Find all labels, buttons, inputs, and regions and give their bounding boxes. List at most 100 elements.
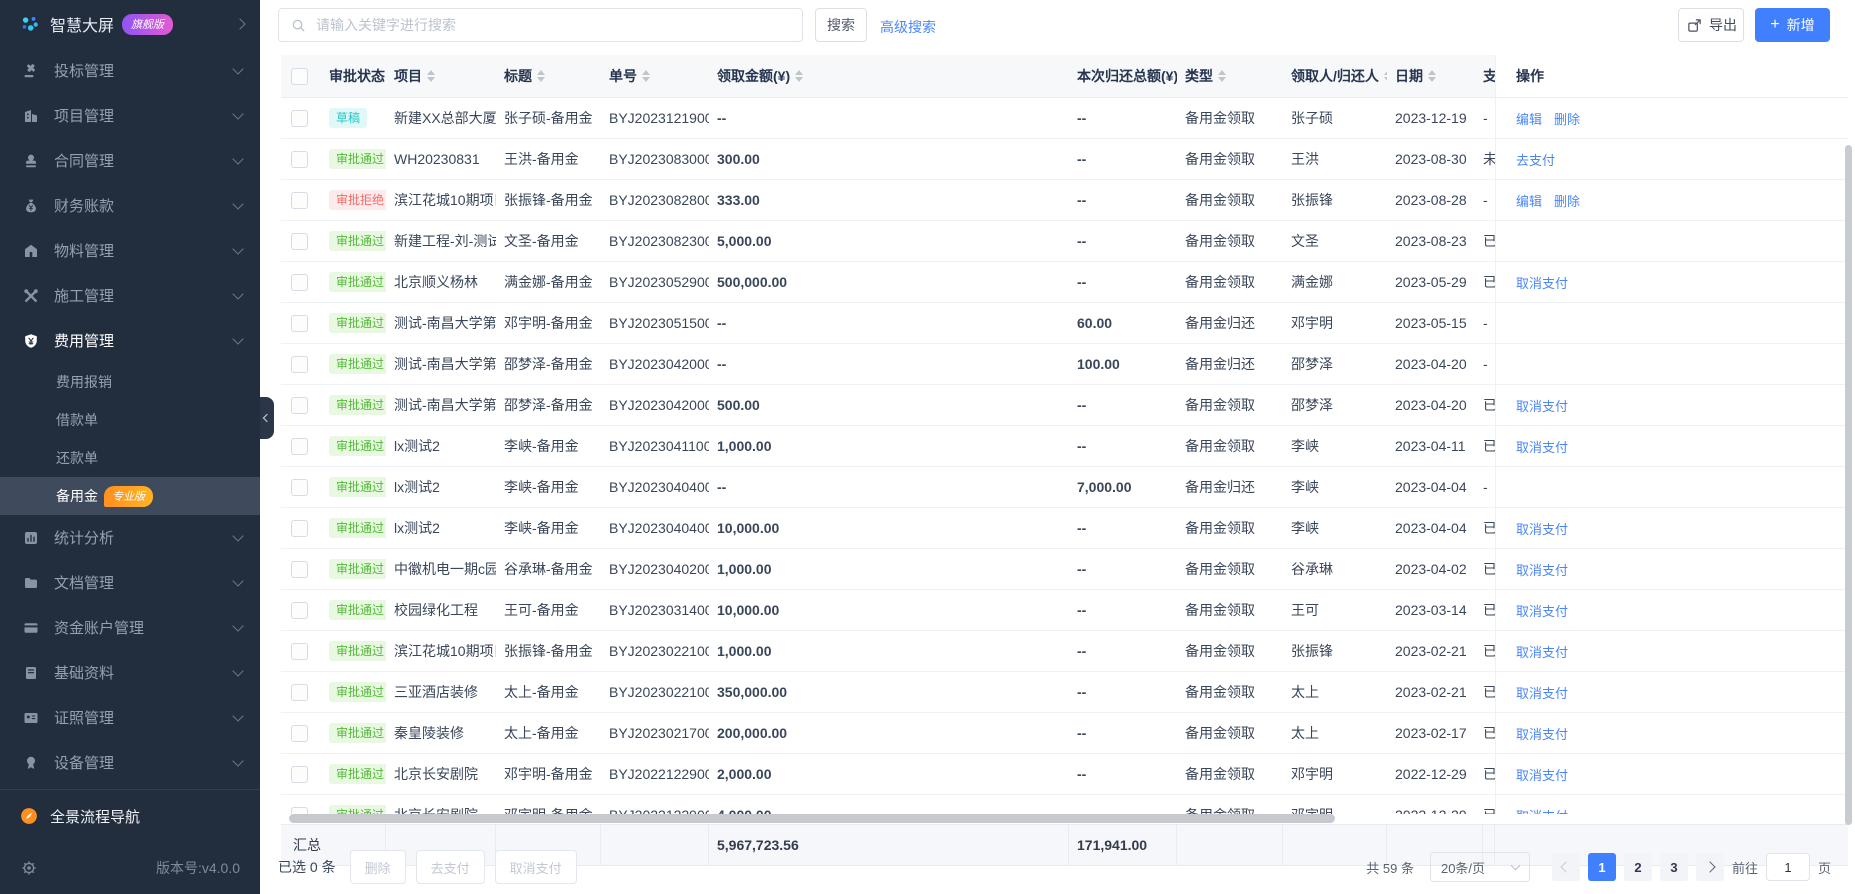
col-person[interactable]: 领取人/归还人 [1283, 55, 1387, 97]
sidebar-item-contract[interactable]: 合同管理 [0, 138, 260, 183]
col-amount[interactable]: 领取金额(¥) [709, 55, 1069, 97]
add-button[interactable]: + 新增 [1755, 8, 1830, 42]
op-cancel-pay-link[interactable]: 取消支付 [1516, 765, 1568, 784]
op-cancel-pay-link[interactable]: 取消支付 [1516, 601, 1568, 620]
sidebar-item-license[interactable]: 证照管理 [0, 695, 260, 740]
sidebar-item-funds[interactable]: 资金账户管理 [0, 605, 260, 650]
bid-icon [22, 63, 40, 79]
sidebar-item-docs[interactable]: 文档管理 [0, 560, 260, 605]
horizontal-scrollbar[interactable] [289, 814, 1335, 823]
row-checkbox[interactable] [291, 150, 308, 168]
sidebar-item-expense[interactable]: 费用管理 [0, 318, 260, 363]
cancel-pay-button[interactable]: 取消支付 [494, 850, 577, 884]
op-edit-link[interactable]: 编辑 [1516, 109, 1542, 128]
panorama-flow-nav[interactable]: 全景流程导航 [0, 789, 260, 842]
vertical-scrollbar[interactable] [1845, 145, 1852, 825]
advanced-search-link[interactable]: 高级搜索 [880, 17, 936, 37]
prev-page-button[interactable] [1551, 853, 1580, 881]
op-cancel-pay-link[interactable]: 取消支付 [1516, 806, 1568, 815]
op-cancel-pay-link[interactable]: 取消支付 [1516, 396, 1568, 415]
op-cancel-pay-link[interactable]: 取消支付 [1516, 642, 1568, 661]
col-code[interactable]: 单号 [601, 55, 709, 97]
table-row: 审批通过校园绿化工程 王可-备用金 BYJ20230314001 10,000.00 -… [281, 590, 1848, 631]
row-checkbox[interactable] [291, 642, 308, 660]
sort-icon[interactable] [642, 70, 650, 82]
sort-icon[interactable] [427, 70, 435, 82]
sidebar-collapse-handle[interactable] [260, 397, 274, 439]
search-input[interactable] [314, 16, 792, 34]
row-checkbox[interactable] [291, 232, 308, 250]
type-cell: 备用金归还 [1185, 479, 1255, 495]
sort-icon[interactable] [795, 70, 804, 82]
sidebar-item-project[interactable]: 项目管理 [0, 93, 260, 138]
row-checkbox[interactable] [291, 109, 308, 127]
sidebar-item-construction[interactable]: 施工管理 [0, 273, 260, 318]
sort-icon[interactable] [1218, 70, 1226, 82]
row-checkbox[interactable] [291, 355, 308, 373]
row-checkbox[interactable] [291, 396, 308, 414]
export-button[interactable]: 导出 [1678, 8, 1744, 42]
gear-icon[interactable] [20, 860, 38, 876]
row-select-cell [281, 467, 321, 507]
sort-icon[interactable] [537, 70, 545, 82]
op-cancel-pay-link[interactable]: 取消支付 [1516, 273, 1568, 292]
search-button[interactable]: 搜索 [815, 8, 867, 42]
row-checkbox[interactable] [291, 519, 308, 537]
sidebar-item-material[interactable]: 物料管理 [0, 228, 260, 273]
chevron-down-icon [232, 288, 244, 300]
page-size-select[interactable]: 20条/页 [1429, 852, 1530, 882]
returned-cell: 60.00 [1077, 315, 1113, 331]
op-cancel-pay-link[interactable]: 取消支付 [1516, 519, 1568, 538]
row-checkbox[interactable] [291, 273, 308, 291]
delete-button[interactable]: 删除 [349, 850, 406, 884]
op-cancel-pay-link[interactable]: 取消支付 [1516, 560, 1568, 579]
row-checkbox[interactable] [291, 765, 308, 783]
select-all-checkbox[interactable] [291, 67, 308, 85]
status-badge: 审批通过 [329, 764, 386, 784]
sidebar-item-smart-screen[interactable]: 智慧大屏 旗舰版 [0, 0, 260, 48]
sort-icon[interactable] [1428, 70, 1436, 82]
row-checkbox[interactable] [291, 806, 308, 814]
row-checkbox[interactable] [291, 724, 308, 742]
col-date[interactable]: 日期 [1387, 55, 1483, 97]
op-cancel-pay-link[interactable]: 取消支付 [1516, 724, 1568, 743]
op-cancel-pay-link[interactable]: 取消支付 [1516, 437, 1568, 456]
op-delete-link[interactable]: 删除 [1554, 109, 1580, 128]
op-delete-link[interactable]: 删除 [1554, 191, 1580, 210]
op-pay-link[interactable]: 去支付 [1516, 150, 1555, 169]
page-2-button[interactable]: 2 [1623, 853, 1652, 881]
sidebar-item-bid[interactable]: 投标管理 [0, 48, 260, 93]
type-cell: 备用金领取 [1185, 192, 1255, 208]
status-badge: 审批通过 [329, 600, 386, 620]
row-checkbox[interactable] [291, 683, 308, 701]
sidebar-item-basic[interactable]: 基础资料 [0, 650, 260, 695]
op-edit-link[interactable]: 编辑 [1516, 191, 1542, 210]
sidebar-subitem-repayment[interactable]: 还款单 [0, 439, 260, 477]
row-checkbox[interactable] [291, 478, 308, 496]
row-checkbox[interactable] [291, 560, 308, 578]
col-returned[interactable]: 本次归还总额(¥) [1069, 55, 1177, 97]
sidebar-subitem-loan[interactable]: 借款单 [0, 401, 260, 439]
pay-status-clipped-cell: - [1483, 110, 1488, 126]
sidebar-item-label: 财务账款 [54, 198, 115, 215]
sidebar-subitem-reserve-fund[interactable]: 备用金 专业版 [0, 477, 260, 515]
pay-button[interactable]: 去支付 [415, 850, 485, 884]
row-checkbox[interactable] [291, 601, 308, 619]
next-page-button[interactable] [1695, 853, 1724, 881]
page-3-button[interactable]: 3 [1659, 853, 1688, 881]
sidebar-item-stats[interactable]: 统计分析 [0, 515, 260, 560]
row-checkbox[interactable] [291, 314, 308, 332]
sidebar-item-finance[interactable]: 财务账款 [0, 183, 260, 228]
sidebar-item-device[interactable]: 设备管理 [0, 740, 260, 785]
page-1-button[interactable]: 1 [1587, 853, 1616, 881]
goto-page-input[interactable] [1765, 853, 1810, 881]
op-cancel-pay-link[interactable]: 取消支付 [1516, 683, 1568, 702]
project-cell: lx测试2 [394, 479, 440, 495]
col-type[interactable]: 类型 [1177, 55, 1283, 97]
col-project[interactable]: 项目 [386, 55, 496, 97]
row-checkbox[interactable] [291, 437, 308, 455]
col-title[interactable]: 标题 [496, 55, 601, 97]
sidebar-subitem-reimburse[interactable]: 费用报销 [0, 363, 260, 401]
approval-status-cell: 草稿 [321, 98, 386, 138]
row-checkbox[interactable] [291, 191, 308, 209]
